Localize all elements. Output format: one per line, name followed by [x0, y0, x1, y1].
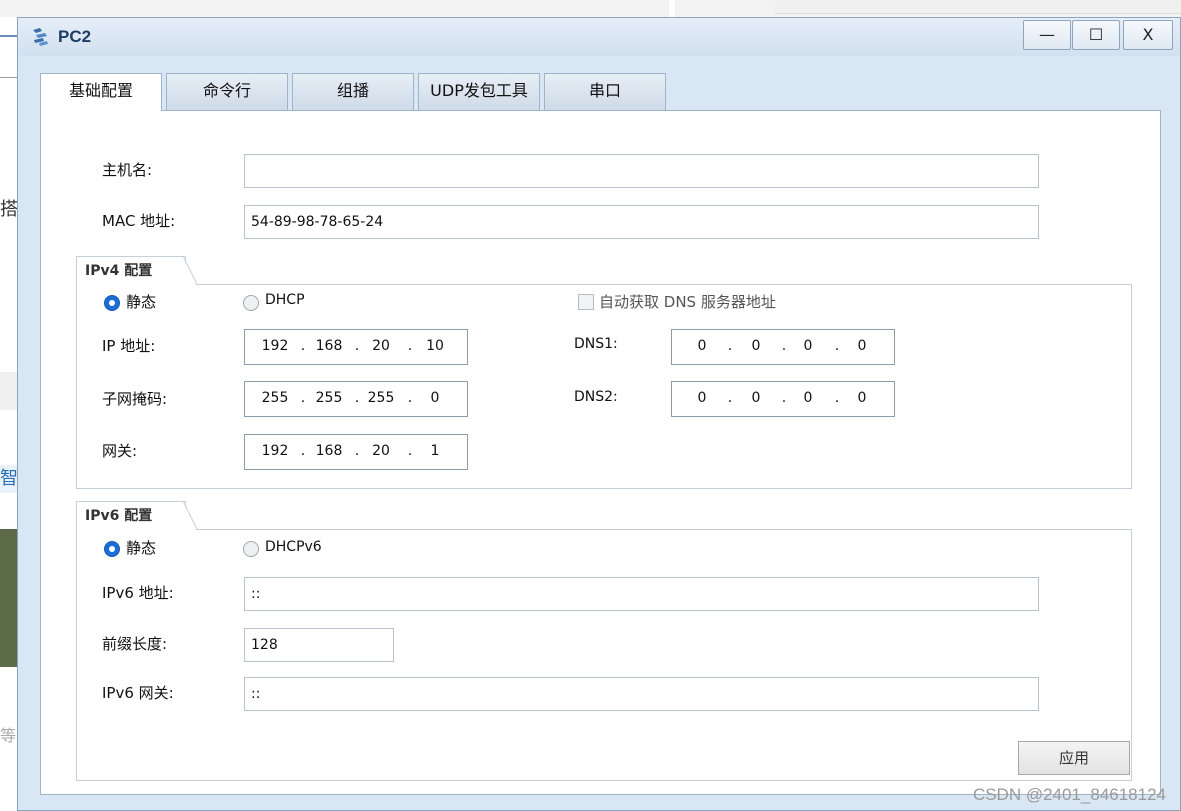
- minimize-button[interactable]: —: [1023, 20, 1071, 50]
- ipv4-static-radio[interactable]: [104, 295, 120, 311]
- dns2-label: DNS2:: [574, 389, 618, 405]
- dns2-octet[interactable]: 0: [842, 382, 882, 416]
- tab-multicast[interactable]: 组播: [292, 73, 414, 110]
- ipv4-dhcp-label: DHCP: [265, 292, 305, 308]
- ipv4-dhcp-radio[interactable]: [243, 295, 259, 311]
- ip-octet[interactable]: 10: [415, 330, 455, 364]
- tab-serial[interactable]: 串口: [544, 73, 666, 110]
- ipv6-gateway-input[interactable]: ::: [244, 677, 1039, 711]
- network-pc-icon: [33, 28, 48, 46]
- dns1-input[interactable]: 0 . 0 . 0 . 0: [671, 329, 895, 365]
- mask-octet[interactable]: 0: [415, 382, 455, 416]
- watermark: CSDN @2401_84618124: [972, 785, 1166, 804]
- ipv6-group-title-text: IPv6 配置: [85, 508, 153, 524]
- gateway-input[interactable]: 192 . 168 . 20 . 1: [244, 434, 468, 470]
- background-page-header: [0, 0, 1181, 17]
- gateway-octet[interactable]: 20: [361, 435, 401, 469]
- ipv6-static-radio[interactable]: [104, 541, 120, 557]
- mac-address-field: 54-89-98-78-65-24: [244, 205, 1039, 239]
- dns1-octet[interactable]: 0: [736, 330, 776, 364]
- dns1-octet[interactable]: 0: [788, 330, 828, 364]
- gateway-octet[interactable]: 168: [309, 435, 349, 469]
- prefix-length-label: 前缀长度:: [102, 635, 168, 653]
- gateway-octet[interactable]: 1: [415, 435, 455, 469]
- tab-basic-config[interactable]: 基础配置: [40, 73, 162, 111]
- window-client-area: 基础配置 命令行 组播 UDP发包工具 串口 主机名: MAC 地址: 54-8…: [24, 56, 1174, 806]
- ipv6-static-label: 静态: [126, 539, 157, 557]
- ipv6-address-input[interactable]: ::: [244, 577, 1039, 611]
- hostname-label: 主机名:: [102, 161, 153, 179]
- auto-dns-checkbox[interactable]: [578, 294, 594, 310]
- mask-octet[interactable]: 255: [255, 382, 295, 416]
- dns2-octet[interactable]: 0: [788, 382, 828, 416]
- basic-config-panel: 主机名: MAC 地址: 54-89-98-78-65-24 IPv4 配置 静…: [40, 110, 1161, 795]
- hostname-input[interactable]: [244, 154, 1039, 188]
- gateway-octet[interactable]: 192: [255, 435, 295, 469]
- ip-address-label: IP 地址:: [102, 337, 156, 355]
- background-page-left-edge: 搭 智 等: [0, 17, 17, 811]
- tab-command-line[interactable]: 命令行: [166, 73, 288, 110]
- gateway-label: 网关:: [102, 442, 138, 460]
- dns1-label: DNS1:: [574, 336, 618, 352]
- dns1-octet[interactable]: 0: [842, 330, 882, 364]
- ipv6-group-title: IPv6 配置: [76, 501, 198, 530]
- apply-button[interactable]: 应用: [1018, 741, 1130, 775]
- mac-label: MAC 地址:: [102, 212, 176, 230]
- ipv4-group-title-text: IPv4 配置: [85, 263, 153, 279]
- tab-udp-tool[interactable]: UDP发包工具: [418, 73, 540, 110]
- pc-config-window: PC2 — ☐ X 基础配置 命令行 组播 UDP发包工具 串口 主机名: MA…: [17, 17, 1181, 811]
- ipv4-group-title: IPv4 配置: [76, 256, 198, 285]
- prefix-length-input[interactable]: 128: [244, 628, 394, 662]
- subnet-mask-label: 子网掩码:: [102, 390, 168, 408]
- mask-octet[interactable]: 255: [309, 382, 349, 416]
- ipv6-dhcp-radio[interactable]: [243, 541, 259, 557]
- auto-dns-label: 自动获取 DNS 服务器地址: [599, 293, 776, 311]
- ip-octet[interactable]: 168: [309, 330, 349, 364]
- close-button[interactable]: X: [1123, 20, 1173, 50]
- ip-address-input[interactable]: 192 . 168 . 20 . 10: [244, 329, 468, 365]
- background-text-fragment: 搭: [0, 199, 17, 220]
- dns1-octet[interactable]: 0: [682, 330, 722, 364]
- dns2-input[interactable]: 0 . 0 . 0 . 0: [671, 381, 895, 417]
- background-text-fragment: 等: [0, 726, 17, 745]
- dns2-octet[interactable]: 0: [682, 382, 722, 416]
- dns2-octet[interactable]: 0: [736, 382, 776, 416]
- background-image: [0, 529, 17, 667]
- title-bar[interactable]: PC2 — ☐ X: [18, 18, 1180, 56]
- ip-octet[interactable]: 20: [361, 330, 401, 364]
- window-title: PC2: [58, 27, 92, 46]
- ip-octet[interactable]: 192: [255, 330, 295, 364]
- mask-octet[interactable]: 255: [361, 382, 401, 416]
- ipv4-static-label: 静态: [126, 293, 157, 311]
- subnet-mask-input[interactable]: 255 . 255 . 255 . 0: [244, 381, 468, 417]
- ipv6-dhcp-label: DHCPv6: [265, 539, 322, 555]
- ipv6-address-label: IPv6 地址:: [102, 584, 174, 602]
- ipv6-gateway-label: IPv6 网关:: [102, 684, 174, 702]
- maximize-button[interactable]: ☐: [1072, 20, 1120, 50]
- ipv6-group: [76, 529, 1132, 781]
- background-text-fragment: 智: [0, 465, 17, 493]
- ipv4-group: [76, 284, 1132, 489]
